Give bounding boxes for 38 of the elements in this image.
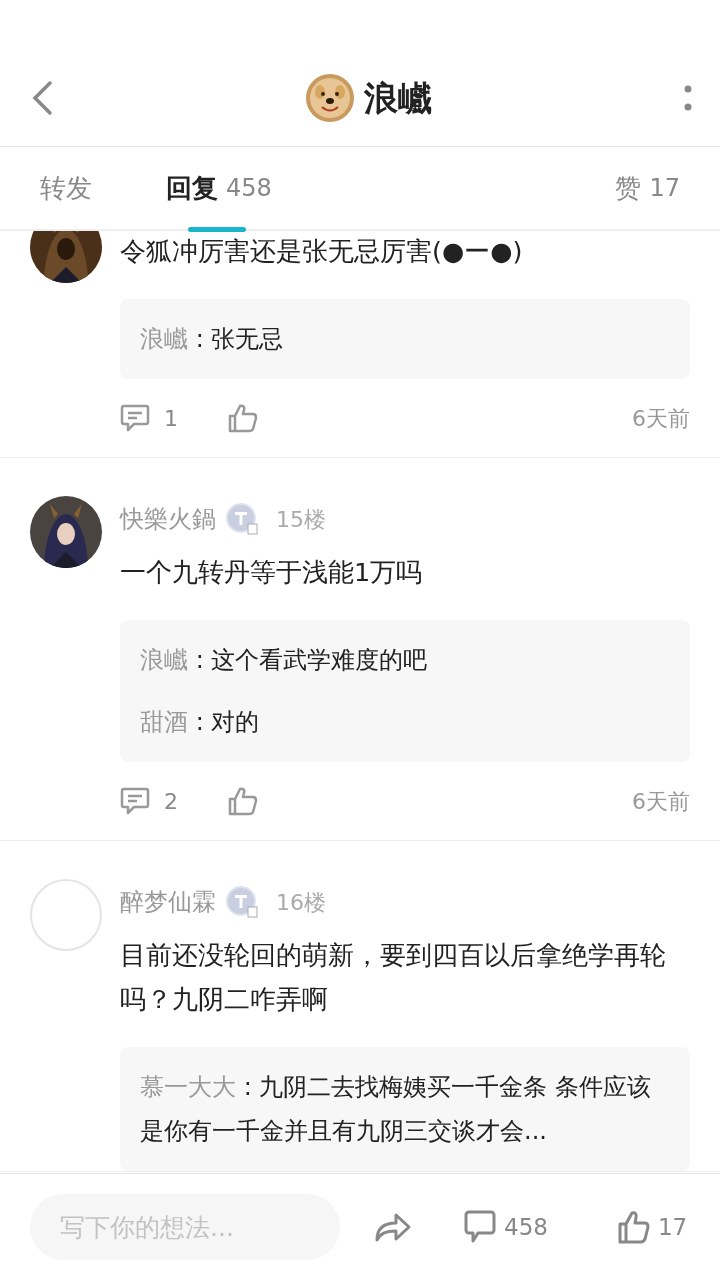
reply-box[interactable]: 浪巇 : 这个看武学难度的吧 甜酒 : 对的 xyxy=(120,620,690,762)
comment-text: 一个九转丹等于浅能1万吗 xyxy=(120,556,424,589)
time-ago: 6天前 xyxy=(632,404,690,433)
floor-number: 16楼 xyxy=(276,888,326,917)
reply-count: 2 xyxy=(164,787,179,816)
comment-icon[interactable] xyxy=(120,404,150,432)
like-icon[interactable] xyxy=(617,1210,650,1244)
reply-text: 浪巇 : 这个看武学难度的吧 xyxy=(140,645,429,676)
level-badge-icon xyxy=(226,503,258,535)
back-icon[interactable] xyxy=(30,80,54,116)
reply-text: 浪巇 : 张无忌 xyxy=(140,324,285,355)
like-icon[interactable] xyxy=(228,403,258,433)
level-badge-icon xyxy=(226,886,258,918)
comment-icon[interactable] xyxy=(464,1210,496,1244)
comment-count: 458 xyxy=(504,1212,548,1242)
user-name[interactable]: 醉梦仙霖 xyxy=(120,884,216,920)
reply-author[interactable]: 甜酒 xyxy=(140,708,188,736)
reply-count: 1 xyxy=(164,404,179,433)
floor-number: 15楼 xyxy=(276,505,326,534)
like-count: 17 xyxy=(657,1212,688,1242)
tab[interactable]: 回复 458 xyxy=(166,146,272,230)
reply-author[interactable]: 浪巇 xyxy=(140,646,188,674)
tab[interactable]: 转发 xyxy=(40,146,92,230)
reply-box[interactable]: 浪巇 : 张无忌 xyxy=(120,299,690,379)
comment-icon[interactable] xyxy=(120,787,150,815)
like-icon[interactable] xyxy=(228,786,258,816)
time-ago: 6天前 xyxy=(632,787,690,816)
more-icon[interactable] xyxy=(684,85,692,111)
comment-text: 令狐冲厉害还是张无忌厉害(●ー●) xyxy=(120,235,524,268)
page-title: 浪巇 xyxy=(364,76,432,120)
reply-box[interactable]: 慕一大大 : 九阴二去找梅姨买一千金条 条件应该是你有一千金并且有九阴三交谈才会... xyxy=(120,1047,690,1171)
reply-author[interactable]: 慕一大大 xyxy=(140,1073,236,1101)
user-name[interactable]: 快樂火鍋 xyxy=(120,501,216,537)
comment-text: 目前还没轮回的萌新，要到四百以后拿绝学再轮吗？九阴二咋弄啊 xyxy=(120,939,667,1016)
reply-text: 慕一大大 : 九阴二去找梅姨买一千金条 条件应该是你有一千金并且有九阴三交谈才会... xyxy=(140,1072,652,1147)
reply-text: 甜酒 : 对的 xyxy=(140,707,261,738)
tab[interactable]: 赞 17 xyxy=(615,146,680,230)
reply-author[interactable]: 浪巇 xyxy=(140,325,188,353)
